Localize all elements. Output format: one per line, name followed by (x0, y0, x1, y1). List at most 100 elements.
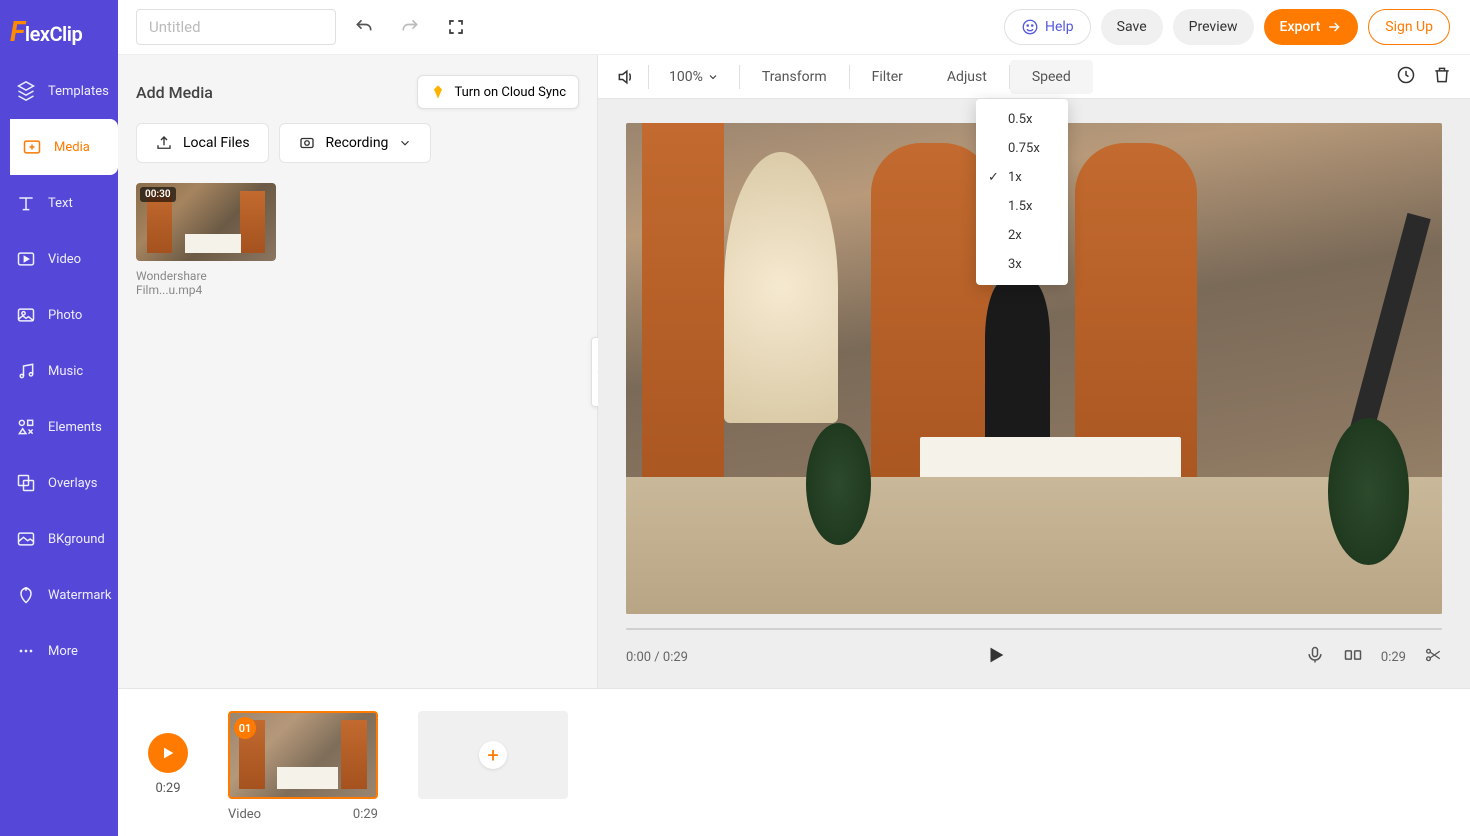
time-display: 0:00 / 0:29 (626, 650, 688, 665)
scissors-icon (1424, 646, 1442, 664)
speed-option-1x[interactable]: ✓1x (976, 163, 1068, 192)
trim-button[interactable] (1424, 646, 1442, 668)
media-panel: Add Media Turn on Cloud Sync Local Files… (118, 55, 598, 688)
logo[interactable]: F lexClip (0, 0, 118, 63)
local-files-button[interactable]: Local Files (136, 123, 269, 163)
sidebar-item-text[interactable]: Text (0, 175, 118, 231)
redo-icon (400, 17, 420, 37)
templates-icon (16, 81, 36, 101)
clip-duration: 0:29 (353, 807, 378, 822)
sidebar-item-elements[interactable]: Elements (0, 399, 118, 455)
preview-label: Preview (1189, 19, 1238, 35)
export-label: Export (1280, 19, 1321, 35)
clip-type: Video (228, 807, 261, 822)
text-icon (16, 193, 36, 213)
editor-toolbar: 100% Transform Filter Adjust Speed (598, 55, 1470, 99)
sidebar-item-label: Watermark (48, 588, 111, 603)
undo-button[interactable] (346, 9, 382, 45)
progress-bar[interactable] (626, 628, 1442, 630)
sidebar-item-label: Overlays (48, 476, 97, 491)
sidebar-item-label: Photo (48, 308, 82, 323)
transform-label: Transform (762, 69, 827, 85)
fullscreen-button[interactable] (438, 9, 474, 45)
filter-button[interactable]: Filter (850, 55, 925, 99)
photo-icon (16, 305, 36, 325)
sidebar-item-label: BKground (48, 532, 105, 547)
media-clip-duration: 00:30 (140, 187, 176, 202)
transform-button[interactable]: Transform (740, 55, 849, 99)
editor-area: 100% Transform Filter Adjust Speed (598, 55, 1470, 688)
speed-button[interactable]: Speed (1010, 60, 1093, 94)
media-icon (22, 137, 42, 157)
play-icon (985, 644, 1007, 666)
sidebar-item-templates[interactable]: Templates (0, 63, 118, 119)
delete-button[interactable] (1432, 65, 1452, 89)
sidebar-item-watermark[interactable]: Watermark (0, 567, 118, 623)
sidebar-item-label: Text (48, 196, 73, 211)
sidebar-item-photo[interactable]: Photo (0, 287, 118, 343)
sidebar-item-label: Media (54, 140, 90, 155)
speed-option-label: 2x (1008, 228, 1022, 243)
split-button[interactable] (1343, 645, 1363, 669)
sidebar-item-background[interactable]: BKground (0, 511, 118, 567)
undo-icon (354, 17, 374, 37)
add-clip-button[interactable]: + (418, 711, 568, 799)
play-controls: 0:00 / 0:29 0:29 (626, 644, 1442, 670)
fullscreen-icon (447, 18, 465, 36)
cloud-sync-button[interactable]: Turn on Cloud Sync (417, 75, 579, 109)
speed-option-label: 0.5x (1008, 112, 1033, 127)
timeline-play-time: 0:29 (155, 781, 180, 796)
help-label: Help (1045, 19, 1074, 35)
speed-option-3x[interactable]: 3x (976, 250, 1068, 279)
help-button[interactable]: Help (1004, 9, 1091, 45)
sidebar-item-overlays[interactable]: Overlays (0, 455, 118, 511)
logo-text: lexClip (25, 22, 82, 46)
chevron-down-icon (398, 136, 412, 150)
save-label: Save (1117, 19, 1147, 35)
timeline-play: 0:29 (148, 733, 188, 796)
logo-f: F (10, 15, 25, 48)
signup-button[interactable]: Sign Up (1368, 9, 1450, 45)
speed-option-label: 1x (1008, 170, 1022, 185)
trash-icon (1432, 65, 1452, 85)
clip-thumb: 01 (228, 711, 378, 799)
timeline-clip-1[interactable]: 01 Video 0:29 (228, 711, 378, 822)
redo-button[interactable] (392, 9, 428, 45)
play-icon (160, 745, 176, 761)
sidebar-item-video[interactable]: Video (0, 231, 118, 287)
speed-option-0-5x[interactable]: 0.5x (976, 105, 1068, 134)
media-clip-thumb: 00:30 (136, 183, 276, 261)
play-button[interactable] (985, 644, 1007, 670)
preview-button[interactable]: Preview (1173, 9, 1254, 45)
sidebar-item-media[interactable]: Media (10, 119, 118, 175)
topbar: Help Save Preview Export Sign Up (118, 0, 1470, 55)
record-icon (298, 134, 316, 152)
speed-option-0-75x[interactable]: 0.75x (976, 134, 1068, 163)
export-button[interactable]: Export (1264, 9, 1359, 45)
media-panel-title: Add Media (136, 83, 213, 102)
bkground-icon (16, 529, 36, 549)
media-clip[interactable]: 00:30 Wondershare Film...u.mp4 (136, 183, 276, 297)
clip-index-badge: 01 (234, 717, 256, 739)
speed-option-label: 0.75x (1008, 141, 1040, 156)
speed-option-2x[interactable]: 2x (976, 221, 1068, 250)
adjust-button[interactable]: Adjust (925, 55, 1009, 99)
project-title-input[interactable] (136, 9, 336, 45)
diamond-icon (430, 84, 446, 100)
timeline-play-button[interactable] (148, 733, 188, 773)
adjust-label: Adjust (947, 69, 987, 85)
sidebar: F lexClip Templates Media Text Video Pho… (0, 0, 118, 836)
speed-option-1-5x[interactable]: 1.5x (976, 192, 1068, 221)
sidebar-item-label: More (48, 644, 78, 659)
volume-button[interactable] (616, 55, 648, 99)
chevron-down-icon (707, 71, 719, 83)
clock-icon (1396, 65, 1416, 85)
mic-button[interactable] (1305, 645, 1325, 669)
history-button[interactable] (1396, 65, 1416, 89)
sidebar-item-music[interactable]: Music (0, 343, 118, 399)
sidebar-item-more[interactable]: More (0, 623, 118, 679)
zoom-select[interactable]: 100% (649, 69, 739, 85)
save-button[interactable]: Save (1101, 9, 1163, 45)
recording-button[interactable]: Recording (279, 123, 432, 163)
filter-label: Filter (872, 69, 903, 85)
